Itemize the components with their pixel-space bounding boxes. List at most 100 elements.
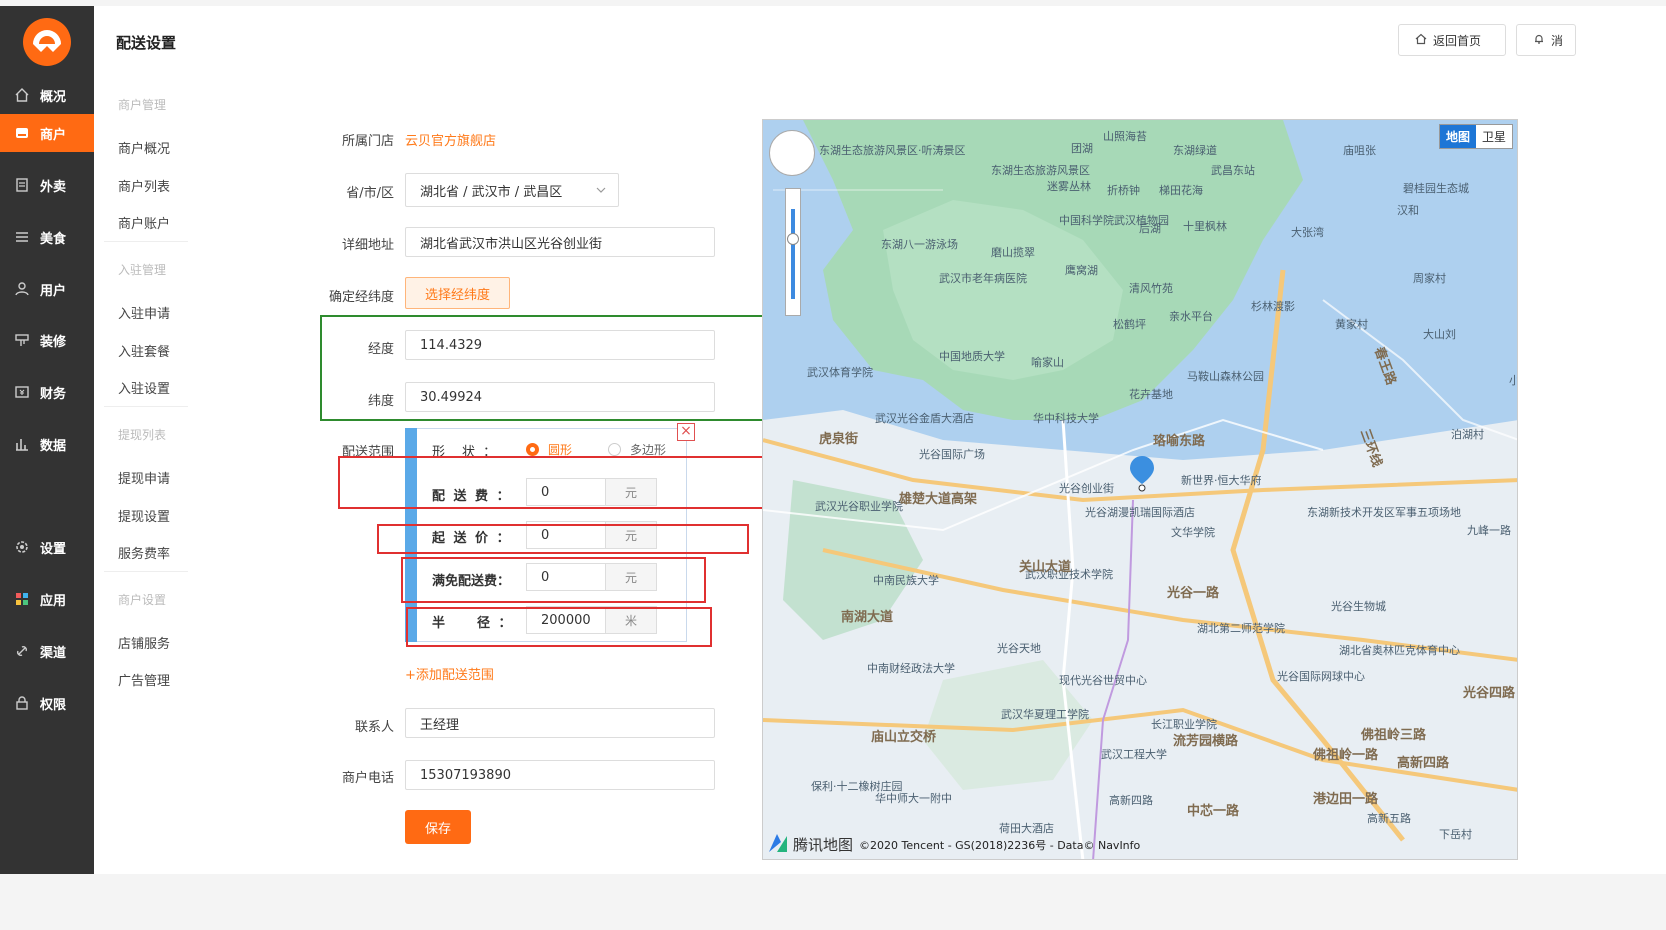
- nav-item-10[interactable]: 渠道: [0, 632, 94, 670]
- radius-unit: 米: [605, 606, 657, 634]
- shape-label: 形 状 ：: [432, 445, 499, 460]
- zoom-handle[interactable]: [787, 233, 799, 245]
- subnav-item-package[interactable]: 入驻套餐: [118, 341, 170, 360]
- nav-item-11[interactable]: 权限: [0, 684, 94, 722]
- polygon-radio[interactable]: [608, 443, 621, 456]
- subnav-item-settle-settings[interactable]: 入驻设置: [118, 378, 170, 397]
- map-poi-label: 折桥钟: [1107, 184, 1140, 197]
- location-pin-icon[interactable]: [1129, 456, 1155, 496]
- map-poi-label: 小王村: [1509, 372, 1517, 388]
- nav-item-label: 概况: [40, 89, 67, 105]
- subnav-item-service-rate[interactable]: 服务费率: [118, 543, 170, 562]
- save-button[interactable]: 保存: [405, 810, 471, 844]
- subnav-item-account[interactable]: 商户账户: [118, 213, 170, 232]
- min-order-input[interactable]: 0: [526, 521, 606, 549]
- link-icon: [14, 643, 30, 659]
- map-poi-label: 迷雾丛林: [1047, 180, 1091, 193]
- map-poi-label: 光谷天地: [997, 642, 1041, 655]
- range-label: 配送范围: [341, 445, 394, 460]
- map-road-label: 庙山立交桥: [871, 730, 937, 745]
- map-poi-label: 现代光谷世贸中心: [1059, 674, 1147, 687]
- map-poi-label: 山照海苔: [1103, 130, 1147, 143]
- map-poi-label: 东湖生态旅游风景区: [991, 164, 1090, 177]
- nav-item-2[interactable]: 外卖: [0, 166, 94, 204]
- nav-item-8[interactable]: 设置: [0, 528, 94, 566]
- map-poi-label: 喻家山: [1031, 356, 1064, 369]
- divider: [104, 571, 188, 572]
- map-poi-label: 磨山揽翠: [991, 246, 1035, 259]
- map-road-label: 流芳园横路: [1173, 734, 1239, 749]
- map-road-label: 高新四路: [1397, 756, 1450, 771]
- phone-input[interactable]: 15307193890: [405, 760, 715, 790]
- free-delivery-input[interactable]: 0: [526, 563, 606, 591]
- map-poi-label: 中国地质大学: [939, 350, 1005, 363]
- lock-icon: [14, 695, 30, 711]
- map-poi-label: 光谷创业街: [1059, 482, 1114, 495]
- radius-input[interactable]: 200000: [526, 606, 606, 634]
- map-poi-label: 黄家村: [1335, 318, 1368, 331]
- messages-button[interactable]: 消: [1516, 24, 1576, 56]
- store-value[interactable]: 云贝官方旗舰店: [405, 130, 496, 149]
- contact-input[interactable]: 王经理: [405, 708, 715, 738]
- map-zoom-slider[interactable]: [785, 188, 801, 316]
- subnav-item-ads[interactable]: 广告管理: [118, 670, 170, 689]
- map-poi-label: 东湖生态旅游风景区·听涛景区: [819, 144, 966, 157]
- add-range-link[interactable]: +添加配送范围: [405, 664, 494, 683]
- map-type-map[interactable]: 地图: [1439, 125, 1476, 148]
- select-latlng-button[interactable]: 选择经纬度: [405, 277, 510, 309]
- longitude-input[interactable]: 114.4329: [405, 330, 715, 360]
- map-road-label: 光谷四路: [1463, 686, 1516, 701]
- latitude-input[interactable]: 30.49924: [405, 382, 715, 412]
- app-logo[interactable]: [23, 18, 71, 66]
- back-home-button[interactable]: 返回首页: [1398, 24, 1506, 56]
- nav-item-3[interactable]: 美食: [0, 218, 94, 256]
- min-order-unit: 元: [605, 521, 657, 549]
- map-poi-label: 大山刘: [1423, 328, 1456, 341]
- nav-item-7[interactable]: 数据: [0, 425, 94, 463]
- user-icon: [14, 281, 30, 297]
- map-poi-label: 光谷国际广场: [919, 448, 985, 461]
- map-poi-label: 杉林渡影: [1251, 300, 1295, 313]
- nav-item-1[interactable]: 商户: [0, 114, 94, 152]
- map-type-satellite[interactable]: 卫星: [1476, 125, 1512, 148]
- subnav-item-store-service[interactable]: 店铺服务: [118, 633, 170, 652]
- map-poi-label: 松鹤坪: [1113, 318, 1146, 331]
- gear-icon: [14, 539, 30, 555]
- subnav-item-apply[interactable]: 入驻申请: [118, 303, 170, 322]
- map-poi-label: 汉和: [1397, 204, 1419, 217]
- map-poi-label: 团湖: [1071, 142, 1093, 155]
- subnav-item-withdraw-apply[interactable]: 提现申请: [118, 468, 170, 487]
- subnav-item-withdraw-settings[interactable]: 提现设置: [118, 506, 170, 525]
- nav-item-label: 商户: [40, 127, 67, 143]
- location-map[interactable]: 地图 卫星 山照海苔 东湖绿道 庙咀张 东湖生态旅游风景区·听涛景区 团湖 东湖生态旅游风…: [762, 119, 1518, 860]
- nav-item-9[interactable]: 应用: [0, 580, 94, 618]
- map-road-label: 关山大道: [1019, 560, 1072, 575]
- nav-item-0[interactable]: 概况: [0, 76, 94, 114]
- map-poi-label: 亲水平台: [1169, 310, 1213, 323]
- nav-item-4[interactable]: 用户: [0, 270, 94, 308]
- map-poi-label: 大张湾: [1291, 226, 1324, 239]
- delivery-fee-input[interactable]: 0: [526, 478, 606, 506]
- map-poi-label: 东湖八一游泳场: [881, 238, 958, 251]
- nav-item-label: 权限: [40, 697, 67, 713]
- map-poi-label: 东湖绿道: [1173, 144, 1217, 157]
- map-poi-label: 武汉体育学院: [807, 366, 873, 379]
- map-footer: 腾讯地图 ©2020 Tencent - GS(2018)2236号 - Dat…: [767, 832, 1140, 857]
- map-brand: 腾讯地图: [793, 836, 854, 854]
- home-icon: [14, 87, 30, 103]
- map-pan-control[interactable]: [769, 130, 815, 176]
- close-icon[interactable]: ×: [677, 423, 695, 441]
- nav-item-5[interactable]: 装修: [0, 321, 94, 359]
- subnav-item-overview[interactable]: 商户概况: [118, 138, 170, 157]
- map-poi-label: 碧桂园生态城: [1403, 182, 1469, 195]
- address-input[interactable]: 湖北省武汉市洪山区光谷创业街: [405, 227, 715, 257]
- nav-item-6[interactable]: 财务: [0, 373, 94, 411]
- nav-item-label: 渠道: [40, 645, 67, 661]
- nav-item-label: 用户: [40, 283, 67, 299]
- subnav-item-list[interactable]: 商户列表: [118, 176, 170, 195]
- circle-radio[interactable]: [526, 443, 539, 456]
- region-select[interactable]: 湖北省 / 武汉市 / 武昌区: [405, 173, 619, 207]
- subnav-group-withdraw: 提现列表: [118, 428, 167, 442]
- zoom-track: [791, 209, 795, 299]
- map-poi-label: 鹰窝湖: [1065, 264, 1098, 277]
